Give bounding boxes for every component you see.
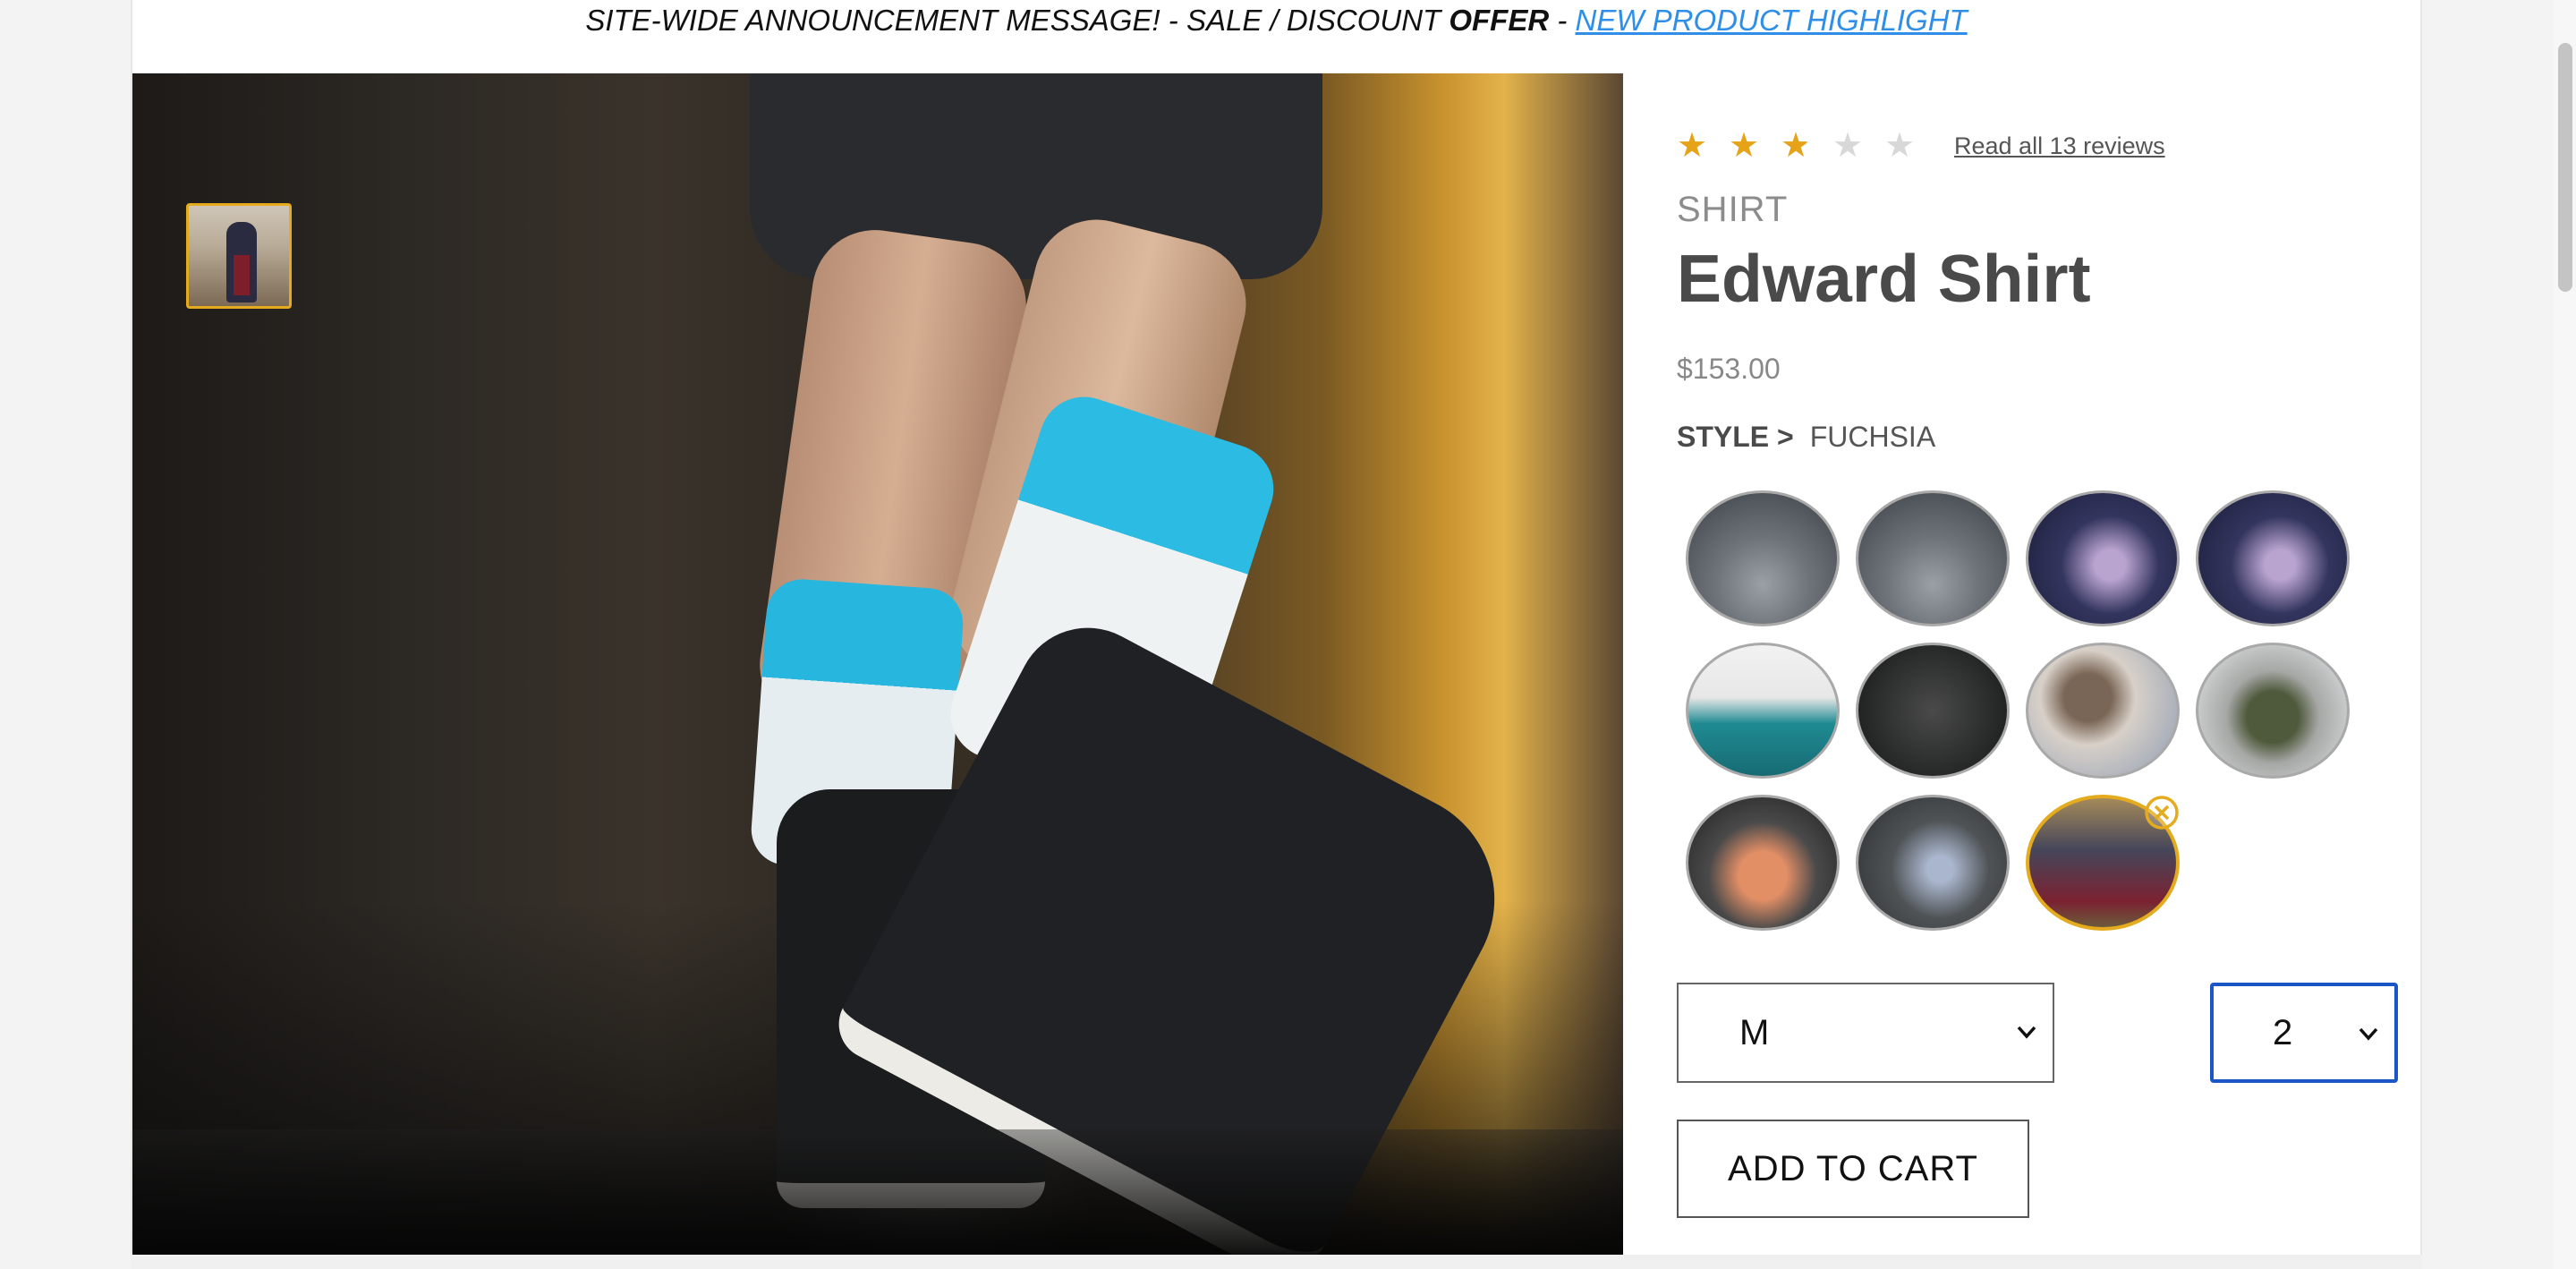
thumbnail-figure-pants	[234, 255, 250, 295]
style-snow-camo-swatch[interactable]	[2196, 643, 2350, 779]
announcement-offer: OFFER	[1449, 4, 1550, 37]
page-container: SITE-WIDE ANNOUNCEMENT MESSAGE! - SALE /…	[131, 0, 2422, 1269]
star-icon: ★	[1677, 127, 1708, 165]
product-price: $153.00	[1677, 353, 1781, 385]
gallery-thumbnail[interactable]	[186, 203, 292, 309]
style-sneaker-navy-1-swatch[interactable]	[2026, 490, 2180, 626]
horizontal-scroll-track	[131, 1255, 2422, 1269]
announcement-text: SITE-WIDE ANNOUNCEMENT MESSAGE! - SALE /…	[585, 4, 1450, 37]
star-icon: ★	[1832, 127, 1864, 165]
main-product-image[interactable]	[132, 73, 1623, 1255]
star-icon: ★	[1729, 127, 1760, 165]
product-title: Edward Shirt	[1677, 241, 2091, 316]
style-sneaker-gray-2-swatch[interactable]	[1856, 490, 2010, 626]
image-puddle-reflection	[132, 1129, 1623, 1255]
size-select[interactable]: M	[1677, 983, 2054, 1083]
chevron-down-icon	[2017, 1026, 2036, 1039]
star-icon: ★	[1884, 127, 1916, 165]
remove-style-icon[interactable]	[2144, 795, 2180, 830]
style-label: STYLE >	[1677, 421, 1794, 453]
announcement-separator: -	[1549, 4, 1576, 37]
read-reviews-link[interactable]: Read all 13 reviews	[1954, 132, 2165, 160]
star-icon: ★	[1781, 128, 1832, 164]
quantity-select[interactable]: 2	[2210, 983, 2398, 1083]
style-sneaker-orange-swatch[interactable]	[1686, 795, 1840, 931]
product-category: SHIRT	[1677, 190, 1789, 229]
size-select-value: M	[1739, 1012, 1770, 1052]
style-camo-jacket-swatch[interactable]	[2026, 643, 2180, 779]
product-info: ★ ★ ★ ★ ★ Read all 13 reviews SHIRT Edwa…	[1677, 0, 2398, 1269]
style-selector-label: STYLE > FUCHSIA	[1677, 421, 1935, 454]
style-sneaker-gray-1-swatch[interactable]	[1686, 490, 1840, 626]
vertical-scrollbar[interactable]	[2553, 0, 2576, 1269]
style-street-sneaker-swatch[interactable]	[1856, 795, 2010, 931]
quantity-select-value: 2	[2273, 1012, 2293, 1052]
style-sneaker-navy-2-swatch[interactable]	[2196, 490, 2350, 626]
star-rating: ★ ★ ★ ★ ★ Read all 13 reviews	[1677, 123, 2165, 168]
selected-style-name: FUCHSIA	[1809, 421, 1936, 453]
scrollbar-thumb[interactable]	[2558, 43, 2572, 292]
chevron-down-icon	[2359, 1027, 2378, 1041]
style-man-dark-swatch[interactable]	[1856, 643, 2010, 779]
add-to-cart-button[interactable]: ADD TO CART	[1677, 1120, 2029, 1218]
style-man-couch-swatch[interactable]	[1686, 643, 1840, 779]
